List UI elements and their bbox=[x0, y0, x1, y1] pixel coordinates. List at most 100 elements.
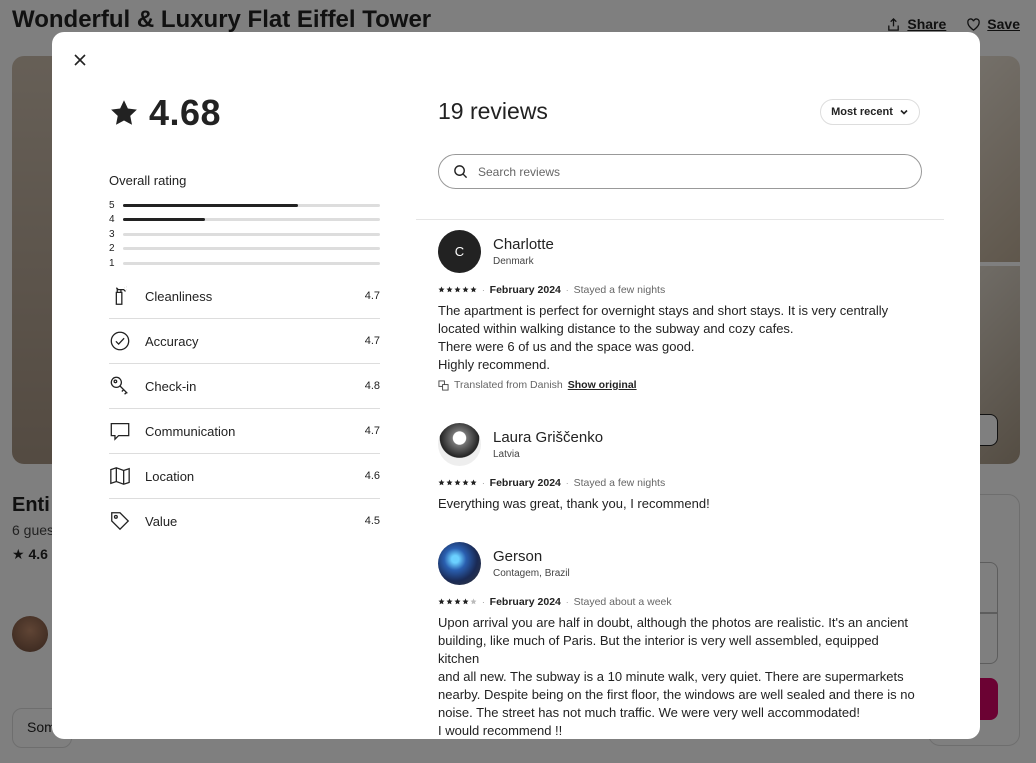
search-reviews-field[interactable] bbox=[438, 154, 922, 189]
category-label: Accuracy bbox=[145, 333, 199, 349]
reviews-title: 19 reviews bbox=[438, 98, 548, 124]
review-stars bbox=[438, 284, 477, 296]
reviewer-location: Denmark bbox=[493, 256, 534, 267]
key-icon bbox=[109, 375, 145, 397]
translated-from-label: Translated from Danish bbox=[454, 379, 563, 391]
review-text-line: noise. The street has not much traffic. … bbox=[438, 705, 860, 720]
reviewer-location: Latvia bbox=[493, 449, 520, 460]
rating-bar-label: 3 bbox=[109, 228, 115, 240]
review-stay: Stayed a few nights bbox=[573, 477, 666, 489]
review-date: February 2024 bbox=[489, 596, 561, 608]
tag-icon bbox=[109, 510, 145, 532]
review-text: The apartment is perfect for overnight s… bbox=[438, 302, 922, 374]
category-label: Check-in bbox=[145, 378, 197, 394]
review-meta: · February 2024 · Stayed about a week bbox=[438, 596, 922, 608]
review-text-line: Upon arrival you are half in doubt, alth… bbox=[438, 615, 909, 630]
review-stay: Stayed about a week bbox=[573, 596, 672, 608]
star-icon bbox=[446, 284, 453, 296]
rating-bar-row: 4 bbox=[109, 213, 380, 228]
review-text-line: The apartment is perfect for overnight s… bbox=[438, 303, 889, 318]
overall-score-value: 4.68 bbox=[149, 92, 222, 133]
rating-bar-row: 1 bbox=[109, 256, 380, 271]
rating-bar-track bbox=[123, 261, 380, 265]
sort-dropdown[interactable]: Most recent bbox=[820, 99, 920, 125]
review-text-line: I would recommend !! bbox=[438, 723, 563, 738]
separator-dot: · bbox=[482, 478, 485, 488]
star-icon bbox=[111, 100, 137, 125]
rating-bar-fill bbox=[123, 218, 206, 222]
show-original-link[interactable]: Show original bbox=[568, 379, 637, 391]
rating-bar-row: 2 bbox=[109, 242, 380, 257]
star-icon bbox=[438, 477, 445, 489]
review-text-line: building, like much of Paris. But the in… bbox=[438, 633, 879, 666]
reviewer-name: Charlotte bbox=[493, 236, 554, 253]
reviewer-avatar[interactable] bbox=[438, 542, 481, 585]
rating-bar-row: 3 bbox=[109, 227, 380, 242]
review-item: C Charlotte Denmark · February 2024 · St… bbox=[438, 230, 922, 391]
chevron-down-icon bbox=[900, 109, 908, 115]
star-icon bbox=[446, 477, 453, 489]
category-row-value: Value 4.5 bbox=[109, 499, 380, 543]
close-icon bbox=[74, 54, 86, 66]
star-icon bbox=[454, 596, 461, 608]
review-text: Everything was great, thank you, I recom… bbox=[438, 495, 922, 513]
reviewer-header: Gerson Contagem, Brazil bbox=[438, 542, 922, 585]
rating-bar-fill bbox=[123, 203, 298, 207]
category-label: Cleanliness bbox=[145, 288, 213, 304]
chat-bubble-icon bbox=[109, 420, 145, 442]
reviewer-avatar[interactable]: C bbox=[438, 230, 481, 273]
separator-dot: · bbox=[565, 478, 569, 488]
separator-dot: · bbox=[482, 285, 485, 295]
category-score: 4.8 bbox=[364, 380, 380, 392]
review-date: February 2024 bbox=[489, 284, 561, 296]
category-row-accuracy: Accuracy 4.7 bbox=[109, 319, 380, 364]
review-text-line: Everything was great, thank you, I recom… bbox=[438, 496, 710, 511]
category-row-cleanliness: Cleanliness 4.7 bbox=[109, 274, 380, 319]
spray-bottle-icon bbox=[109, 285, 145, 307]
star-icon bbox=[454, 477, 461, 489]
review-date: February 2024 bbox=[489, 477, 561, 489]
category-row-communication: Communication 4.7 bbox=[109, 409, 380, 454]
star-icon bbox=[470, 477, 477, 489]
rating-bar-track bbox=[123, 232, 380, 236]
rating-bar-track bbox=[123, 247, 380, 251]
search-input[interactable] bbox=[476, 163, 880, 180]
rating-bar-track bbox=[123, 203, 380, 207]
overall-score: 4.68 bbox=[109, 92, 221, 134]
review-meta: · February 2024 · Stayed a few nights bbox=[438, 284, 922, 296]
reviewer-header: C Charlotte Denmark bbox=[438, 230, 922, 273]
rating-bar-label: 2 bbox=[109, 243, 115, 255]
reviewer-name: Gerson bbox=[493, 548, 543, 565]
review-text-line: Highly recommend. bbox=[438, 357, 550, 372]
search-icon bbox=[454, 165, 468, 179]
star-icon bbox=[462, 477, 469, 489]
rating-bar-row: 5 bbox=[109, 198, 380, 213]
overall-rating-label: Overall rating bbox=[109, 173, 187, 188]
review-text-line: nearby. Despite being on the first floor… bbox=[438, 687, 915, 702]
star-icon bbox=[462, 596, 469, 608]
category-score: 4.6 bbox=[364, 470, 380, 482]
category-label: Location bbox=[145, 468, 195, 484]
category-label: Value bbox=[145, 513, 178, 529]
rating-bar-label: 4 bbox=[109, 214, 115, 226]
reviewer-avatar[interactable] bbox=[438, 423, 481, 466]
review-item: Gerson Contagem, Brazil · February 2024 … bbox=[438, 542, 922, 739]
category-score: 4.7 bbox=[364, 290, 380, 302]
review-text: Upon arrival you are half in doubt, alth… bbox=[438, 614, 922, 739]
category-score: 4.7 bbox=[364, 335, 380, 347]
review-meta: · February 2024 · Stayed a few nights bbox=[438, 477, 922, 489]
rating-bar-label: 5 bbox=[109, 199, 115, 211]
rating-bar-label: 1 bbox=[109, 257, 115, 269]
review-stay: Stayed a few nights bbox=[573, 284, 666, 296]
category-label: Communication bbox=[145, 423, 236, 439]
close-button[interactable] bbox=[68, 48, 92, 72]
review-item: Laura Griščenko Latvia · February 2024 ·… bbox=[438, 423, 922, 513]
sort-label: Most recent bbox=[831, 106, 893, 118]
reviews-modal: 4.68 Overall rating 5 4 3 2 1 Cleanlines… bbox=[52, 32, 980, 739]
reviewer-location: Contagem, Brazil bbox=[493, 568, 570, 579]
review-stars bbox=[438, 477, 477, 489]
translate-icon bbox=[438, 379, 449, 391]
star-icon bbox=[446, 596, 453, 608]
category-score: 4.7 bbox=[364, 425, 380, 437]
star-icon bbox=[470, 596, 477, 608]
